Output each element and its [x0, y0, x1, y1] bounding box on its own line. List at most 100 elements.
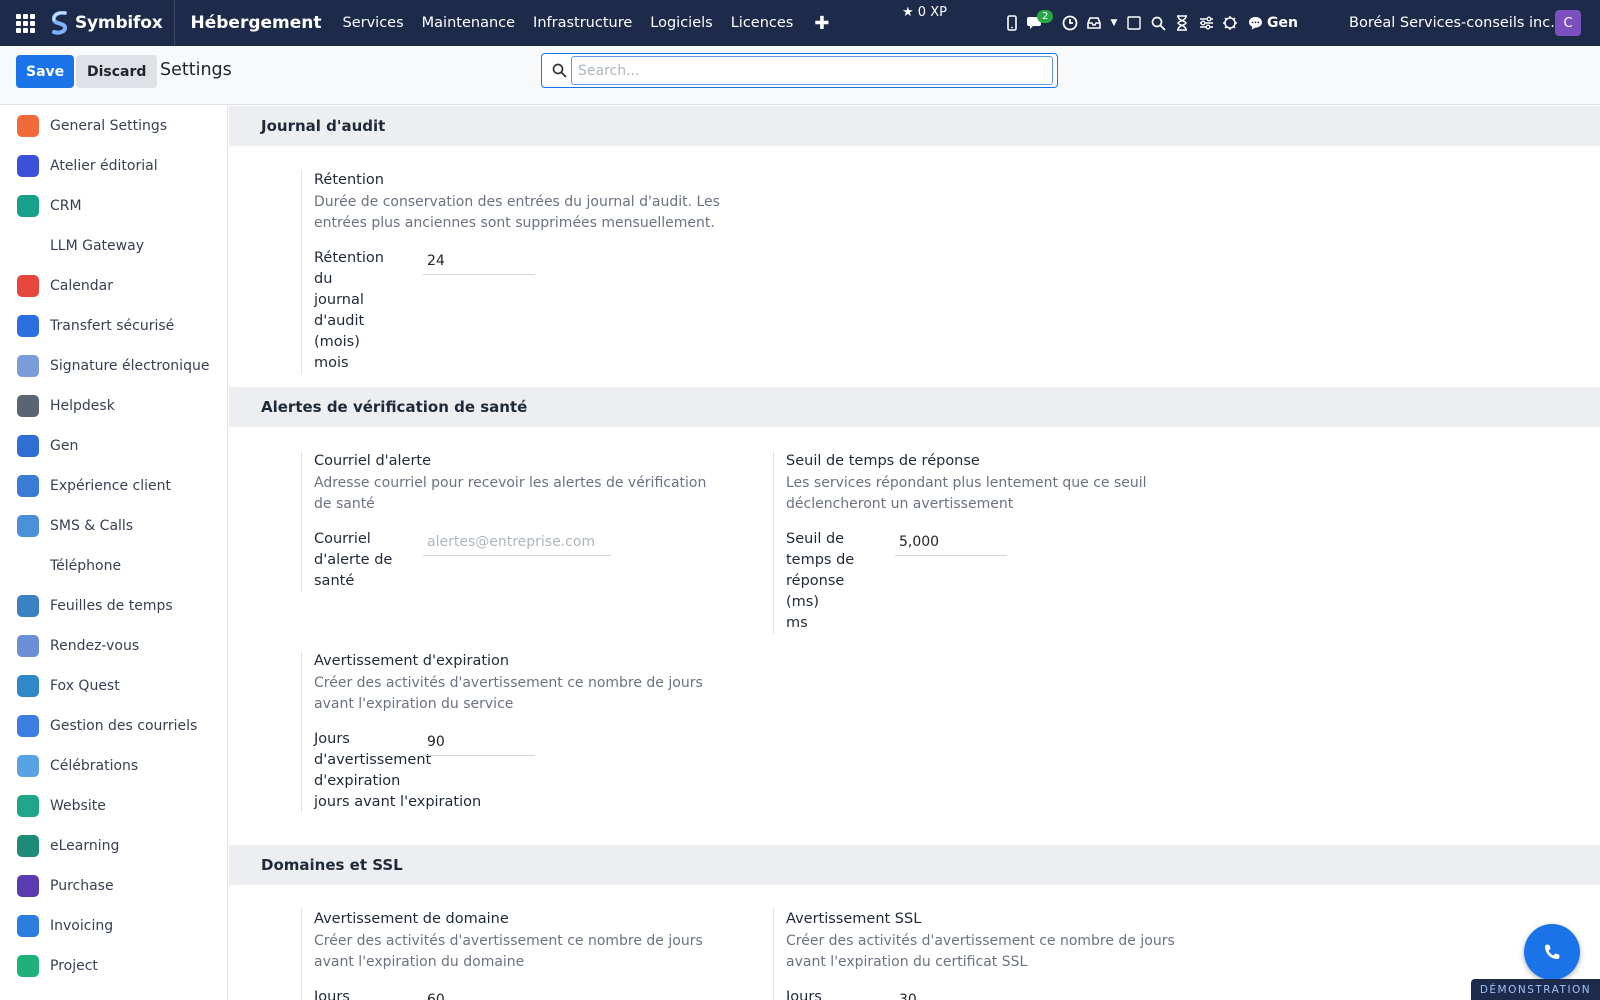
response-threshold-input[interactable]: [895, 529, 1007, 556]
sidebar-item-feuilles-de-temps[interactable]: Feuilles de temps: [0, 586, 227, 626]
phone-call-button[interactable]: [1524, 924, 1580, 980]
sidebar-item-fox-quest[interactable]: Fox Quest: [0, 666, 227, 706]
search-icon[interactable]: [1146, 0, 1170, 46]
sidebar-item-experience-client[interactable]: Expérience client: [0, 466, 227, 506]
calendar-icon: [17, 275, 39, 297]
systray: 2 ▼ Gen: [1000, 0, 1298, 46]
section-title-audit: Journal d'audit: [229, 106, 1600, 146]
setting-title: Rétention: [314, 172, 384, 188]
app-switcher-button[interactable]: [0, 0, 50, 46]
setting-description: Durée de conservation des entrées du jou…: [314, 194, 720, 231]
retention-months-input[interactable]: [423, 248, 535, 275]
settings-sidebar: General Settings Atelier éditorial CRM LLM …: [0, 106, 228, 1000]
sidebar-item-signature-electronique[interactable]: Signature électronique: [0, 346, 227, 386]
sidebar-item-label: Website: [50, 798, 106, 814]
expiry-days-input[interactable]: [423, 729, 535, 756]
elearning-icon: [17, 835, 39, 857]
sidebar-item-label: Atelier éditorial: [50, 158, 158, 174]
sidebar-item-project[interactable]: Project: [0, 946, 227, 986]
threshold-field-label: Seuil de temps de réponse (ms) ms: [786, 529, 895, 634]
domain-field-label: Jours: [314, 989, 350, 1000]
setting-description: Créer des activités d'avertissement ce n…: [314, 933, 703, 970]
sidebar-item-gestion-des-courriels[interactable]: Gestion des courriels: [0, 706, 227, 746]
retention-unit: mois: [314, 355, 349, 371]
setting-ssl-warning: Avertissement SSL Créer des activités d'…: [773, 909, 1193, 1000]
sidebar-item-sms-calls[interactable]: SMS & Calls: [0, 506, 227, 546]
add-menu-icon[interactable]: ✚: [814, 13, 829, 34]
mobile-icon[interactable]: [1000, 0, 1024, 46]
company-switcher[interactable]: Boréal Services-conseils inc.: [1349, 0, 1555, 46]
hourglass-icon[interactable]: [1170, 0, 1194, 46]
sidebar-item-purchase[interactable]: Purchase: [0, 866, 227, 906]
brand[interactable]: Symbifox: [50, 0, 176, 46]
menu-infrastructure[interactable]: Infrastructure: [533, 15, 632, 31]
menu-logiciels[interactable]: Logiciels: [650, 15, 712, 31]
setting-title: Avertissement de domaine: [314, 911, 509, 927]
sidebar-item-general-settings[interactable]: General Settings: [0, 106, 227, 146]
sidebar-item-label: Célébrations: [50, 758, 139, 774]
gen-button[interactable]: Gen: [1248, 15, 1298, 31]
sidebar-item-gen[interactable]: Gen: [0, 426, 227, 466]
sidebar-item-website[interactable]: Website: [0, 786, 227, 826]
field-row: Jours d'avertissement d'expiration jours…: [314, 729, 721, 813]
caret-down-icon[interactable]: ▼: [1106, 0, 1122, 46]
sidebar-item-elearning[interactable]: eLearning: [0, 826, 227, 866]
ssl-days-input[interactable]: [895, 987, 1007, 1000]
fox-quest-icon: [17, 675, 39, 697]
sidebar-item-label: eLearning: [50, 838, 120, 854]
sidebar-item-crm[interactable]: CRM: [0, 186, 227, 226]
sidebar-item-rendez-vous[interactable]: Rendez-vous: [0, 626, 227, 666]
sidebar-item-label: Gestion des courriels: [50, 718, 198, 734]
sidebar-item-calendar[interactable]: Calendar: [0, 266, 227, 306]
menu-services[interactable]: Services: [343, 15, 404, 31]
helpdesk-icon: [17, 395, 39, 417]
chat-icon[interactable]: 2: [1024, 0, 1054, 46]
sidebar-item-label: Téléphone: [50, 558, 122, 574]
inbox-icon[interactable]: [1082, 0, 1106, 46]
setting-retention: Rétention Durée de conservation des entr…: [301, 170, 721, 374]
star-icon: ★: [902, 5, 914, 20]
clock-icon[interactable]: [1058, 0, 1082, 46]
sidebar-item-celebrations[interactable]: Célébrations: [0, 746, 227, 786]
section-health: Courriel d'alerte Adresse courriel pour …: [229, 427, 1600, 845]
timesheet-icon: [17, 595, 39, 617]
domain-days-input[interactable]: [423, 987, 535, 1000]
customer-experience-icon: [17, 475, 39, 497]
menu-maintenance[interactable]: Maintenance: [422, 15, 515, 31]
section-title-domains: Domaines et SSL: [229, 845, 1600, 885]
search-box: [541, 53, 1058, 88]
alert-email-input[interactable]: [423, 529, 611, 556]
sidebar-item-transfert-securise[interactable]: Transfert sécurisé: [0, 306, 227, 346]
gen-label: Gen: [1267, 15, 1298, 31]
chat-badge: 2: [1037, 10, 1054, 23]
email-management-icon: [17, 715, 39, 737]
sidebar-item-helpdesk[interactable]: Helpdesk: [0, 386, 227, 426]
setting-alert-email: Courriel d'alerte Adresse courriel pour …: [301, 451, 721, 592]
sidebar-item-atelier-editorial[interactable]: Atelier éditorial: [0, 146, 227, 186]
app-title[interactable]: Hébergement: [190, 13, 321, 33]
field-row: Jours: [786, 987, 1193, 1000]
search-input[interactable]: [571, 56, 1053, 85]
sidebar-item-invoicing[interactable]: Invoicing: [0, 906, 227, 946]
save-button[interactable]: Save: [16, 55, 75, 88]
threshold-unit: ms: [786, 615, 808, 631]
section-domains: Avertissement de domaine Créer des activ…: [229, 885, 1600, 1000]
search-icon: [552, 63, 567, 78]
menu-licences[interactable]: Licences: [731, 15, 794, 31]
sidebar-item-llm-gateway[interactable]: LLM Gateway: [0, 226, 227, 266]
sms-calls-icon: [17, 515, 39, 537]
sidebar-item-label: Calendar: [50, 278, 113, 294]
note-icon[interactable]: [1122, 0, 1146, 46]
sliders-icon[interactable]: [1194, 0, 1218, 46]
settings-content: Journal d'audit Rétention Durée de conse…: [229, 106, 1600, 1000]
celebrations-icon: [17, 755, 39, 777]
setting-domain-warning: Avertissement de domaine Créer des activ…: [301, 909, 721, 1000]
user-avatar[interactable]: C: [1555, 10, 1581, 36]
signature-icon: [17, 355, 39, 377]
sidebar-item-telephone[interactable]: Téléphone: [0, 546, 227, 586]
bug-icon[interactable]: [1218, 0, 1242, 46]
website-icon: [17, 795, 39, 817]
apps-grid-icon: [15, 13, 35, 33]
xp-counter[interactable]: ★ 0 XP: [902, 5, 947, 20]
discard-button[interactable]: Discard: [76, 55, 158, 88]
